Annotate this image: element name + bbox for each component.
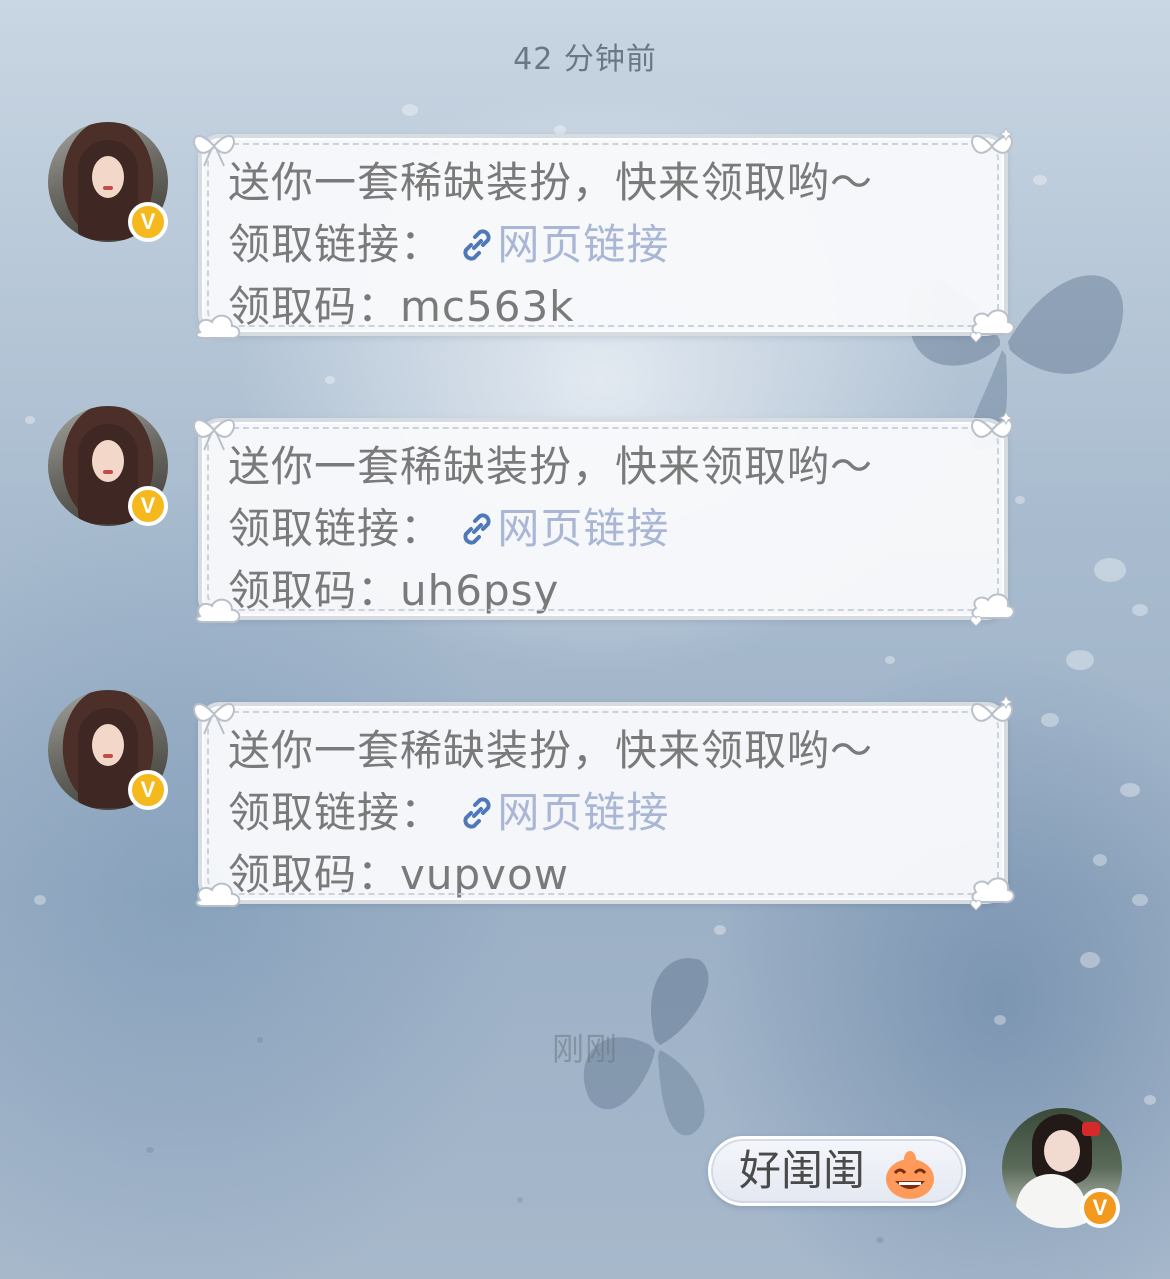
cloud-decoration-icon bbox=[195, 598, 241, 624]
link-icon[interactable] bbox=[457, 509, 497, 549]
link-icon[interactable] bbox=[457, 793, 497, 833]
claim-code: mc563k bbox=[400, 282, 575, 331]
reply-text: 好闺闺 bbox=[739, 1146, 866, 1195]
message-bubble[interactable]: 送你一套稀缺装扮，快来领取哟～ 领取链接： 网页链接 领取码：uh6psy bbox=[193, 410, 1015, 627]
web-link[interactable]: 网页链接 bbox=[497, 220, 669, 269]
message-bubble[interactable]: 送你一套稀缺装扮，快来领取哟～ 领取链接： 网页链接 领取码：vupvow bbox=[193, 694, 1015, 911]
message-bubble[interactable]: 送你一套稀缺装扮，快来领取哟～ 领取链接： 网页链接 领取码：mc563k bbox=[193, 126, 1015, 343]
link-prefix: 领取链接： bbox=[228, 504, 444, 553]
message-line: 送你一套稀缺装扮，快来领取哟～ bbox=[228, 726, 874, 775]
code-line: 领取码：vupvow bbox=[228, 844, 1004, 906]
ribbon-bow-icon bbox=[193, 419, 235, 451]
message-row: V 送你一套稀缺装扮，快来领取哟～ 领取链接： 网页链接 领取码：mc563k bbox=[48, 122, 1028, 352]
link-prefix: 领取链接： bbox=[228, 788, 444, 837]
cloud-heart-decoration-icon bbox=[970, 593, 1015, 627]
cloud-decoration-icon bbox=[195, 314, 241, 340]
ribbon-bow-icon bbox=[193, 703, 235, 735]
cloud-decoration-icon bbox=[195, 882, 241, 908]
claim-code: uh6psy bbox=[400, 566, 560, 615]
grinning-sticker-icon bbox=[886, 1151, 934, 1199]
verified-badge-icon: V bbox=[128, 770, 168, 810]
ribbon-bow-icon bbox=[971, 126, 1014, 154]
message-line: 送你一套稀缺装扮，快来领取哟～ bbox=[228, 158, 874, 207]
timestamp-recent: 刚刚 bbox=[551, 1030, 618, 1068]
ribbon-bow-icon bbox=[971, 694, 1014, 722]
code-line: 领取码：mc563k bbox=[228, 276, 1004, 338]
claim-code: vupvow bbox=[400, 850, 570, 899]
cloud-heart-decoration-icon bbox=[970, 877, 1015, 911]
web-link[interactable]: 网页链接 bbox=[497, 788, 669, 837]
verified-badge-icon: V bbox=[1080, 1188, 1120, 1228]
message-line: 送你一套稀缺装扮，快来领取哟～ bbox=[228, 442, 874, 491]
verified-badge-icon: V bbox=[128, 202, 168, 242]
code-prefix: 领取码： bbox=[228, 566, 401, 615]
link-line: 领取链接： 网页链接 bbox=[228, 214, 1004, 276]
code-prefix: 领取码： bbox=[228, 850, 401, 899]
message-row: V 送你一套稀缺装扮，快来领取哟～ 领取链接： 网页链接 领取码：uh6psy bbox=[48, 406, 1028, 636]
link-line: 领取链接： 网页链接 bbox=[228, 498, 1004, 560]
link-prefix: 领取链接： bbox=[228, 220, 444, 269]
code-prefix: 领取码： bbox=[228, 282, 401, 331]
reply-bubble[interactable]: 好闺闺 bbox=[708, 1136, 966, 1206]
web-link[interactable]: 网页链接 bbox=[497, 504, 669, 553]
ribbon-bow-icon bbox=[193, 135, 235, 167]
code-line: 领取码：uh6psy bbox=[228, 560, 1004, 622]
link-icon[interactable] bbox=[457, 225, 497, 265]
cloud-heart-decoration-icon bbox=[970, 309, 1015, 343]
ribbon-bow-icon bbox=[971, 410, 1014, 438]
verified-badge-icon: V bbox=[128, 486, 168, 526]
timestamp-top: 42 分钟前 bbox=[513, 42, 657, 77]
link-line: 领取链接： 网页链接 bbox=[228, 782, 1004, 844]
message-row: V 送你一套稀缺装扮，快来领取哟～ 领取链接： 网页链接 领取码：vupvow bbox=[48, 690, 1028, 920]
